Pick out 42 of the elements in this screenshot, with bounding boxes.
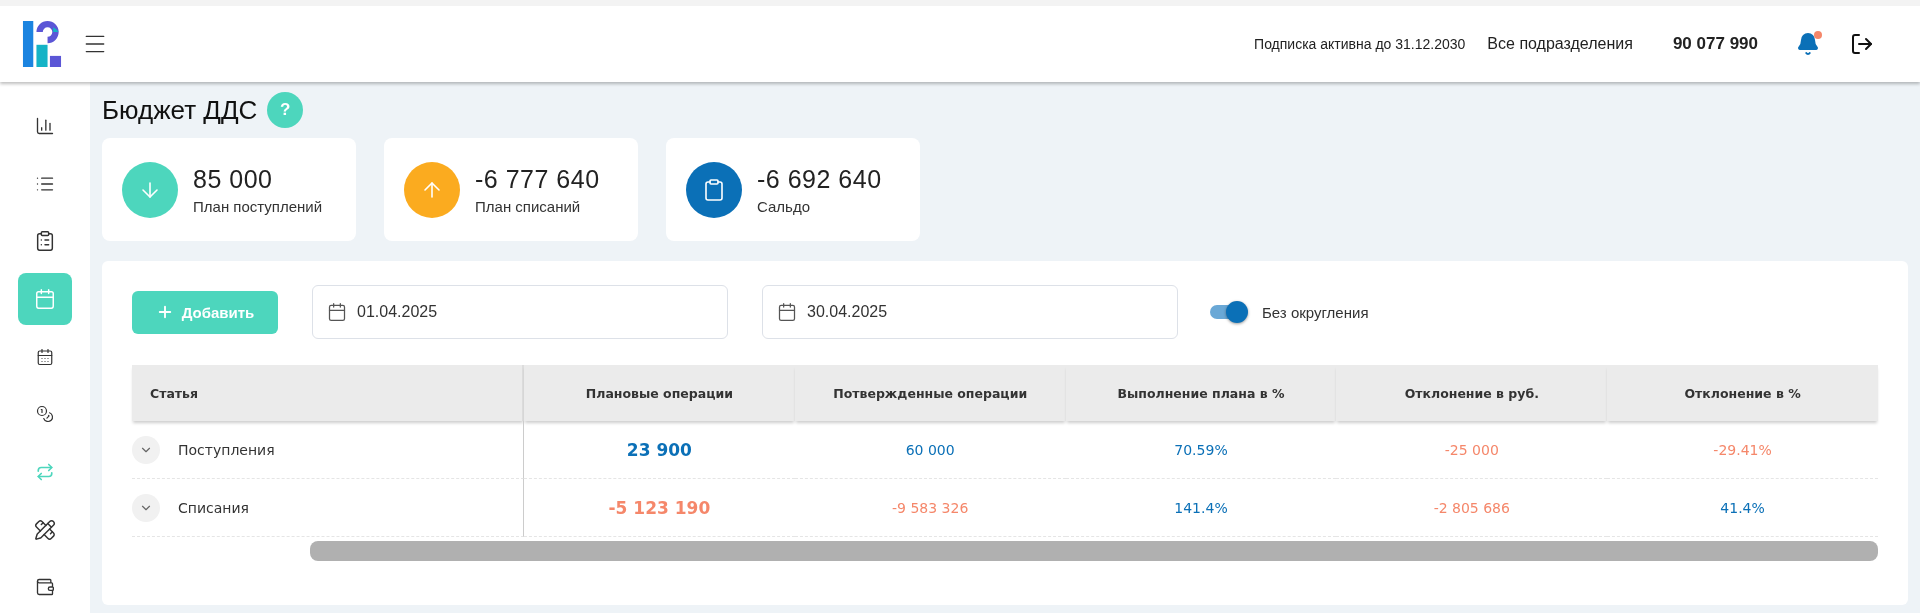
row-name: Списания: [178, 499, 249, 516]
column-header: Отклонение в руб.: [1336, 365, 1608, 421]
scrollbar[interactable]: [310, 541, 1878, 561]
balance-text: 90 077 990: [1672, 34, 1758, 54]
summary-label: План списаний: [475, 197, 582, 215]
column-header: Выполнение плана в %: [1065, 365, 1337, 421]
column-header: Плановые операции: [524, 365, 795, 421]
logout-icon: [1850, 32, 1874, 56]
table-cell: -9 583 326: [892, 499, 969, 516]
rounding-switch[interactable]: [1208, 300, 1248, 324]
date-to-field[interactable]: 30.04.2025: [762, 285, 1178, 339]
calendar-icon: [777, 302, 797, 322]
column-header: Статья: [132, 365, 524, 421]
column-header: Отклонение в %: [1607, 365, 1878, 421]
row-name: Поступления: [178, 441, 275, 458]
notifications-button[interactable]: [1796, 32, 1820, 56]
table-cell: -29.41%: [1713, 441, 1772, 458]
summary-value: -6 692 640: [757, 164, 882, 194]
summary-value: 85 000: [193, 164, 274, 194]
summary-label: Сальдо: [757, 197, 811, 215]
table-cell: -2 805 686: [1433, 499, 1510, 516]
summary-value: -6 777 640: [475, 164, 600, 194]
clipboard-icon: [702, 177, 726, 202]
table-cell: 141.4%: [1174, 499, 1228, 516]
subscription-text: Подписка активна до 31.12.2030: [1254, 36, 1466, 52]
logout-button[interactable]: [1850, 32, 1874, 56]
summary-label: План поступлений: [193, 197, 323, 215]
switch-label: Без округления: [1262, 303, 1369, 321]
date-from-input[interactable]: 01.04.2025: [355, 302, 713, 322]
column-header: Потвержденные операции: [794, 365, 1066, 421]
table-cell: 23 900: [626, 439, 692, 460]
table-cell: -5 123 190: [608, 497, 711, 518]
date-from-field[interactable]: 01.04.2025: [312, 285, 728, 339]
division-selector[interactable]: Все подразделения: [1487, 35, 1633, 53]
table-cell: -25 000: [1444, 441, 1499, 458]
table-cell: 70.59%: [1174, 441, 1228, 458]
page-title: Бюджет ДДС: [102, 94, 258, 126]
calendar-icon: [327, 302, 347, 322]
bell-icon: [1796, 32, 1820, 56]
table-cell: 60 000: [905, 441, 955, 458]
table-cell: 41.4%: [1720, 499, 1765, 516]
date-to-input[interactable]: 30.04.2025: [805, 302, 1163, 322]
